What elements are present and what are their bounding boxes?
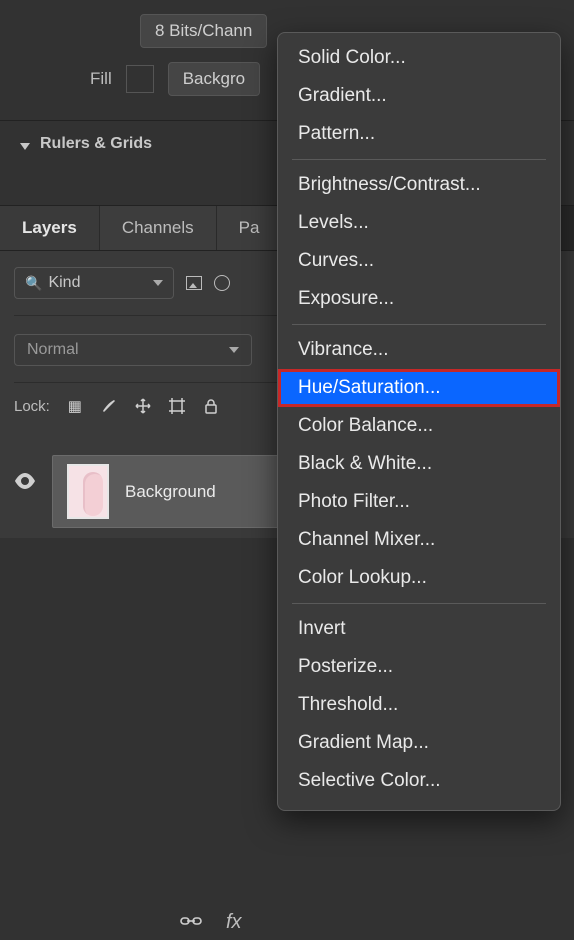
adjustment-filter-icon[interactable]: [214, 275, 230, 291]
menu-pattern[interactable]: Pattern...: [278, 115, 560, 153]
menu-gradient[interactable]: Gradient...: [278, 77, 560, 115]
menu-threshold[interactable]: Threshold...: [278, 686, 560, 724]
rulers-grids-label: Rulers & Grids: [40, 135, 152, 153]
menu-exposure[interactable]: Exposure...: [278, 280, 560, 318]
tab-layers[interactable]: Layers: [0, 206, 100, 250]
menu-black-white[interactable]: Black & White...: [278, 445, 560, 483]
menu-gradient-map[interactable]: Gradient Map...: [278, 724, 560, 762]
menu-posterize[interactable]: Posterize...: [278, 648, 560, 686]
fill-label: Fill: [90, 69, 112, 89]
search-icon: 🔍: [25, 275, 42, 292]
chevron-down-icon: [153, 280, 163, 286]
lock-all-icon[interactable]: [202, 397, 220, 415]
tab-channels[interactable]: Channels: [100, 206, 217, 250]
fx-icon[interactable]: fx: [226, 911, 242, 934]
menu-selective-color[interactable]: Selective Color...: [278, 762, 560, 800]
menu-separator: [292, 324, 546, 325]
layer-filter-kind-dropdown[interactable]: 🔍 Kind: [14, 267, 174, 299]
adjustment-layer-menu: Solid Color... Gradient... Pattern... Br…: [277, 32, 561, 811]
menu-photo-filter[interactable]: Photo Filter...: [278, 483, 560, 521]
layer-thumbnail: [67, 464, 109, 519]
menu-brightness-contrast[interactable]: Brightness/Contrast...: [278, 166, 560, 204]
background-color-dropdown[interactable]: Backgro: [168, 62, 260, 96]
chevron-down-icon: [229, 347, 239, 353]
blend-mode-value: Normal: [27, 341, 79, 359]
menu-separator: [292, 159, 546, 160]
lock-transparency-icon[interactable]: ▦: [66, 397, 84, 415]
menu-separator: [292, 603, 546, 604]
menu-solid-color[interactable]: Solid Color...: [278, 39, 560, 77]
chevron-down-icon: [20, 143, 30, 150]
fill-swatch[interactable]: [126, 65, 154, 93]
menu-hue-saturation[interactable]: Hue/Saturation...: [278, 369, 560, 407]
link-layers-icon[interactable]: [180, 911, 202, 934]
lock-move-icon[interactable]: [134, 397, 152, 415]
menu-vibrance[interactable]: Vibrance...: [278, 331, 560, 369]
image-filter-icon[interactable]: [186, 276, 202, 290]
layer-item-background[interactable]: Background: [52, 455, 312, 528]
menu-invert[interactable]: Invert: [278, 610, 560, 648]
menu-levels[interactable]: Levels...: [278, 204, 560, 242]
menu-curves[interactable]: Curves...: [278, 242, 560, 280]
layer-visibility-eye-icon[interactable]: [14, 473, 36, 494]
kind-label: Kind: [48, 274, 80, 292]
tab-paths[interactable]: Pa: [217, 206, 283, 250]
menu-color-lookup[interactable]: Color Lookup...: [278, 559, 560, 597]
lock-artboard-icon[interactable]: [168, 397, 186, 415]
blend-mode-dropdown[interactable]: Normal: [14, 334, 252, 366]
lock-brush-icon[interactable]: [100, 397, 118, 415]
menu-color-balance[interactable]: Color Balance...: [278, 407, 560, 445]
bits-per-channel-dropdown[interactable]: 8 Bits/Chann: [140, 14, 267, 48]
layer-name: Background: [125, 482, 216, 502]
menu-channel-mixer[interactable]: Channel Mixer...: [278, 521, 560, 559]
lock-label: Lock:: [14, 398, 50, 415]
